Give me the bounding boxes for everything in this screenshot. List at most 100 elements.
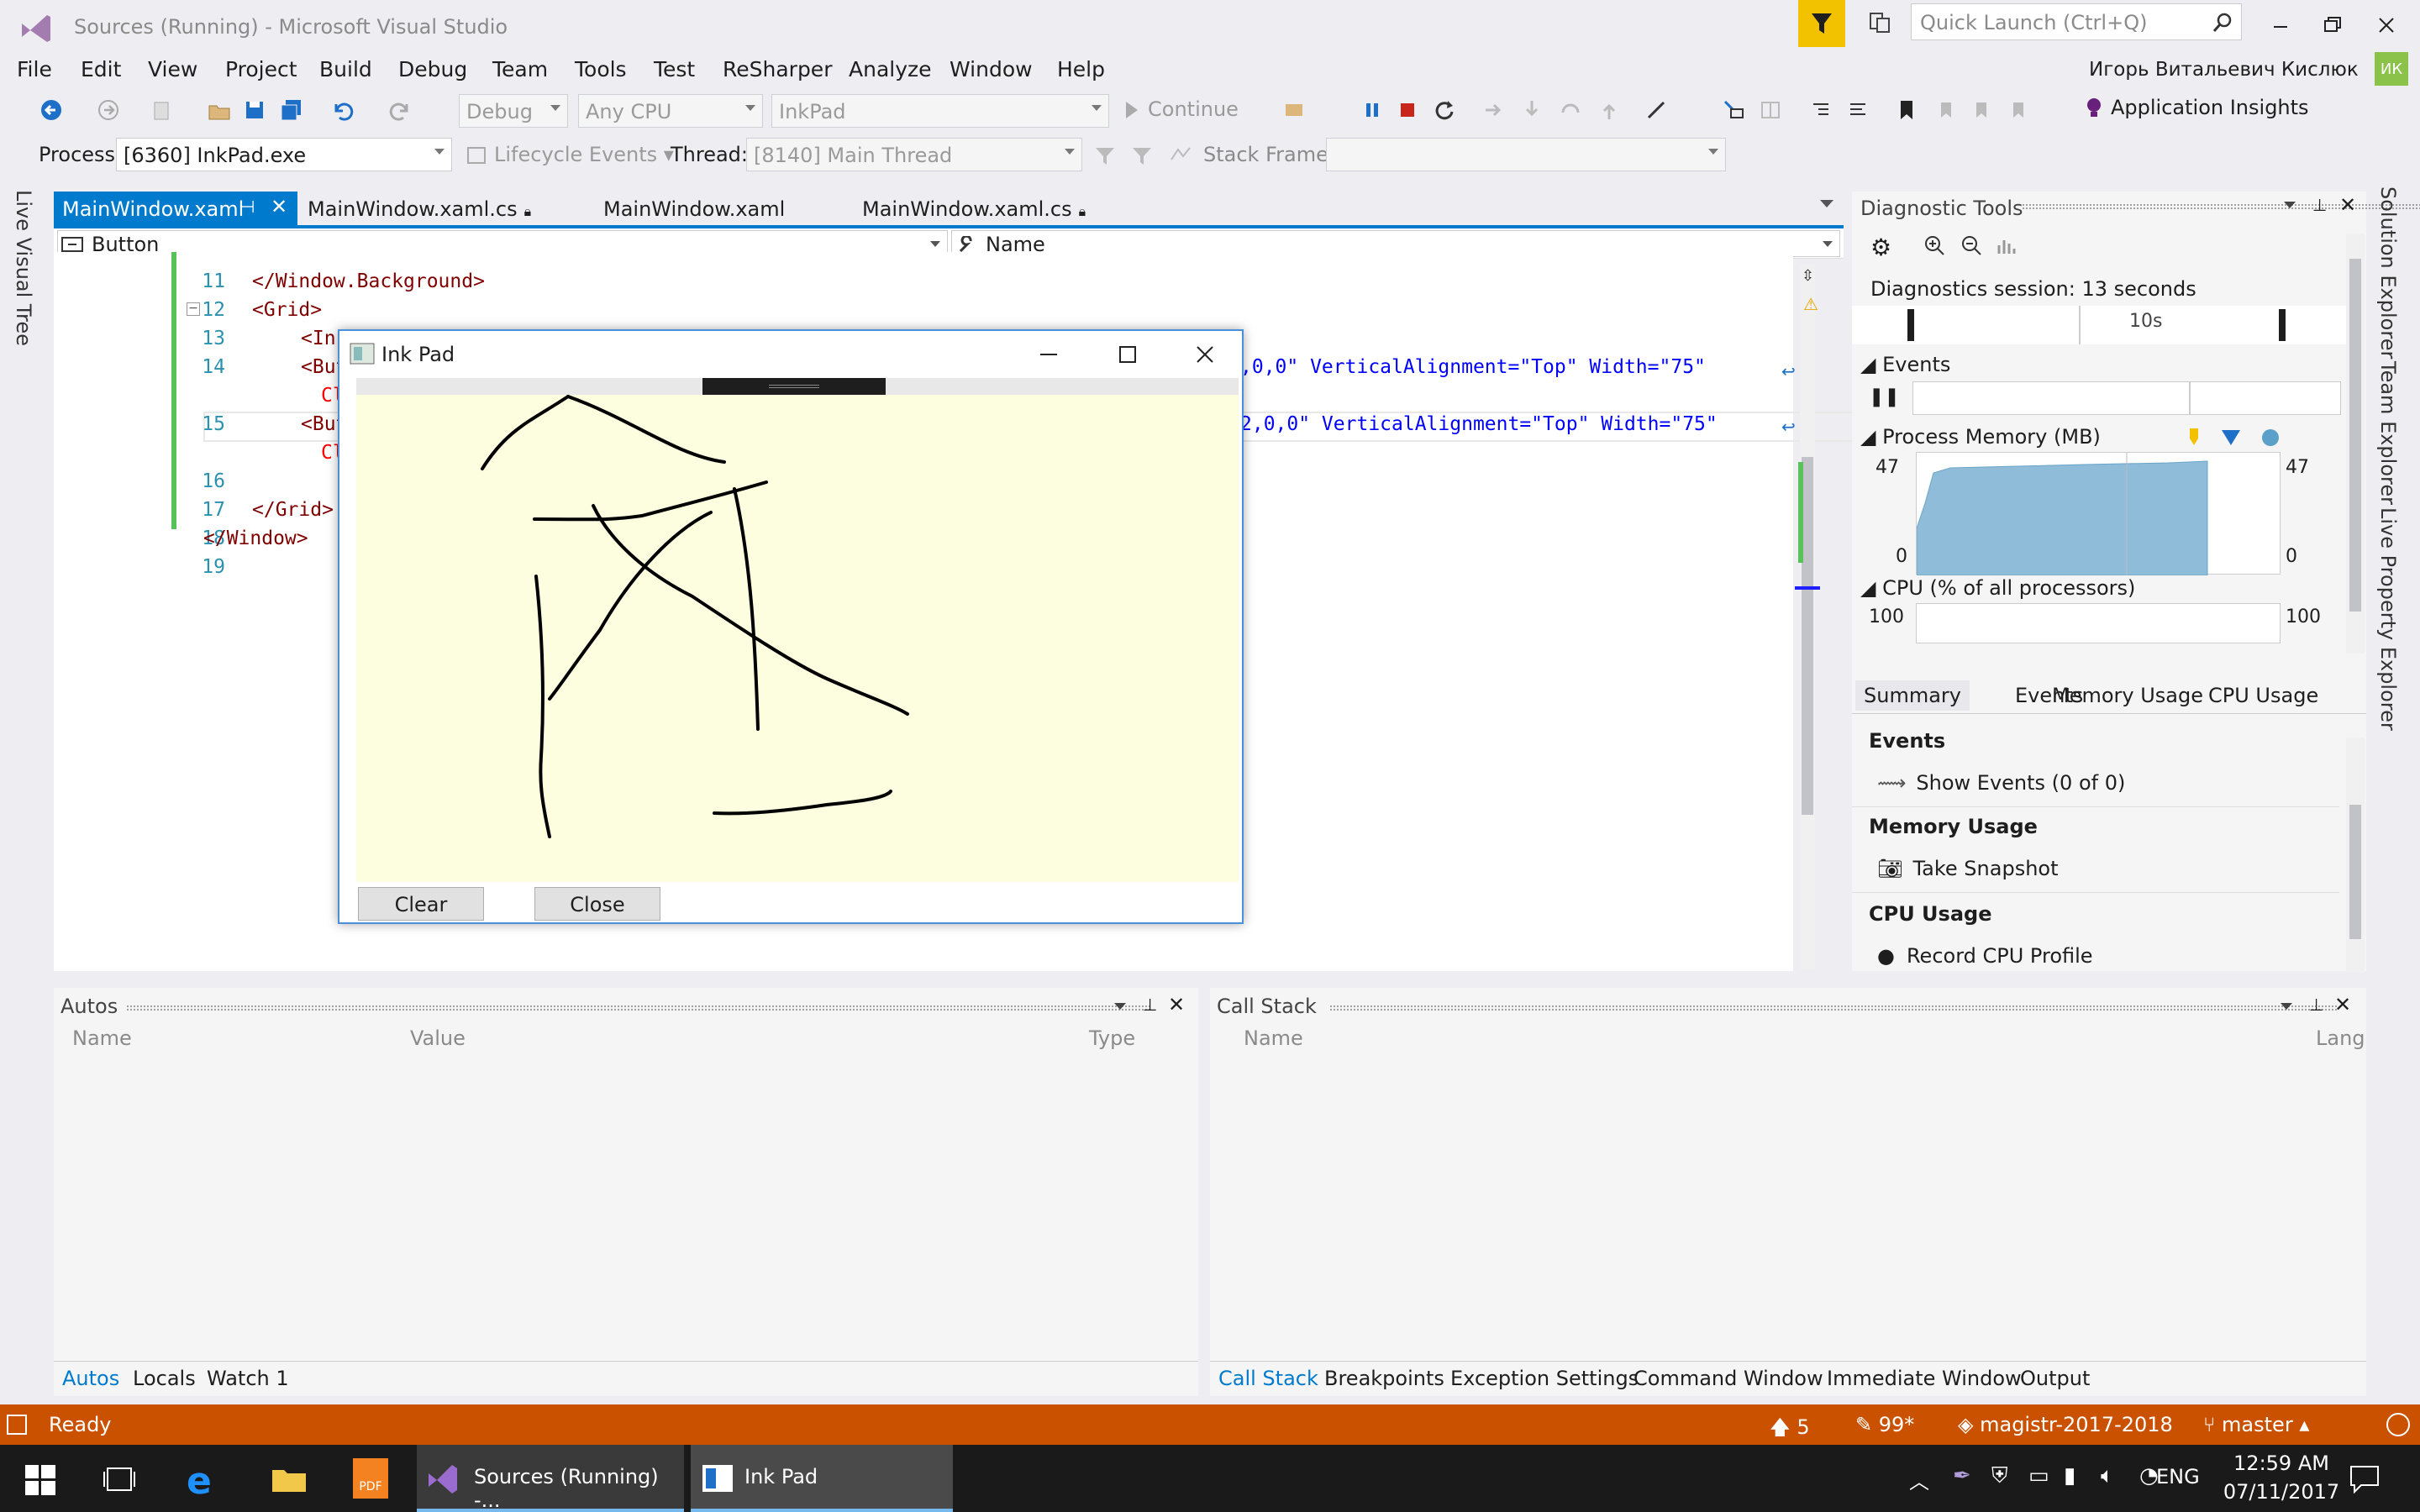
col-name[interactable]: Name xyxy=(72,1026,132,1050)
record-cpu-profile-button[interactable]: ● Record CPU Profile xyxy=(1877,944,2093,968)
tab-command-window[interactable]: Command Window xyxy=(1634,1367,1823,1390)
tab-immediate-window[interactable]: Immediate Window xyxy=(1827,1367,2022,1390)
process-select[interactable]: [6360] InkPad.exe xyxy=(116,138,452,171)
action-center-icon[interactable] xyxy=(2349,1465,2380,1494)
quick-launch-input[interactable]: Quick Launch (Ctrl+Q) xyxy=(1911,3,2242,40)
scrollbar-thumb[interactable] xyxy=(1802,457,1813,815)
menu-project[interactable]: Project xyxy=(225,57,297,81)
editor-scrollbar[interactable] xyxy=(1795,264,1820,969)
pin-icon[interactable]: ⊥ xyxy=(1143,995,1157,1015)
memory-section-header[interactable]: ◢ Process Memory (MB) xyxy=(1860,425,2101,449)
tab-output[interactable]: Output xyxy=(2020,1367,2090,1390)
close-button[interactable] xyxy=(2371,10,2402,40)
tab-mainwindow-xaml-2[interactable]: MainWindow.xaml xyxy=(595,192,847,225)
diag-scrollbar[interactable] xyxy=(2346,234,2365,654)
tab-mainwindow-xaml-cs[interactable]: MainWindow.xaml.cs 🔒︎ xyxy=(299,192,576,225)
ink-pad-titlebar[interactable]: Ink Pad xyxy=(339,331,1242,378)
clock-date[interactable]: 07/11/2017 xyxy=(2218,1480,2344,1504)
menu-build[interactable]: Build xyxy=(319,57,372,81)
memory-graph[interactable] xyxy=(1916,452,2281,576)
pin-icon[interactable]: ⊥ xyxy=(2309,995,2323,1015)
panel-menu-icon[interactable] xyxy=(2281,1003,2292,1010)
cpu-section-header[interactable]: ◢ CPU (% of all processors) xyxy=(1860,576,2135,600)
menu-view[interactable]: View xyxy=(148,57,197,81)
menu-window[interactable]: Window xyxy=(950,57,1033,81)
col-value[interactable]: Value xyxy=(410,1026,466,1050)
compare-icon[interactable] xyxy=(1756,96,1785,124)
pause-events-icon[interactable]: ❚❚ xyxy=(1869,386,1900,407)
tab-locals[interactable]: Locals xyxy=(133,1367,196,1390)
ink-canvas[interactable] xyxy=(356,395,1239,882)
menu-file[interactable]: File xyxy=(17,57,52,81)
edge-icon[interactable]: e xyxy=(187,1460,212,1503)
timeline-start-handle[interactable] xyxy=(1907,309,1914,341)
collapse-icon[interactable]: − xyxy=(187,302,200,316)
warning-icon[interactable]: ⚠ xyxy=(1803,294,1818,314)
stack-frame-select[interactable] xyxy=(1326,138,1726,171)
diag-scrollbar-thumb[interactable] xyxy=(2349,259,2361,612)
col-name[interactable]: Name xyxy=(1244,1026,1303,1050)
ink-minimize-button[interactable] xyxy=(1034,339,1064,370)
comment-icon[interactable] xyxy=(1844,96,1872,124)
battery-icon[interactable]: ▮ xyxy=(2064,1463,2075,1488)
repository[interactable]: ◈ magistr-2017-2018 xyxy=(1958,1413,2173,1436)
settings-icon[interactable]: ⚙ xyxy=(1870,234,1891,261)
tab-mainwindow-xaml[interactable]: MainWindow.xaml ⊣ ✕ xyxy=(54,192,297,225)
forward-icon[interactable] xyxy=(94,96,123,124)
summary-scrollbar[interactable] xyxy=(2346,738,2365,973)
team-explorer-tab[interactable]: Team Explorer xyxy=(2376,361,2400,505)
restore-button[interactable] xyxy=(2317,10,2348,40)
zoom-out-icon[interactable] xyxy=(1960,234,1983,260)
live-visual-tree-tab[interactable]: Live Visual Tree xyxy=(12,190,35,346)
step-into-icon[interactable] xyxy=(1518,96,1546,124)
user-name[interactable]: Игорь Витальевич Кислюк xyxy=(2089,59,2359,81)
avatar[interactable]: ИК xyxy=(2375,52,2408,86)
pause-icon[interactable] xyxy=(1358,96,1386,124)
tab-memory-usage[interactable]: Memory Usage xyxy=(2052,684,2203,707)
clear-button[interactable]: Clear xyxy=(358,887,484,921)
flag-icon[interactable] xyxy=(1091,141,1119,170)
pending-pushes[interactable]: 🡅 5 xyxy=(1770,1413,1810,1447)
undo-icon[interactable] xyxy=(328,96,356,124)
restart-icon[interactable] xyxy=(1430,96,1459,124)
autos-grid[interactable]: Name Value Type xyxy=(54,1025,1198,1361)
tab-overflow-icon[interactable] xyxy=(1820,200,1833,207)
close-panel-icon[interactable]: ✕ xyxy=(1168,993,1185,1016)
stop-icon[interactable] xyxy=(1393,96,1422,124)
back-icon[interactable] xyxy=(37,96,66,124)
menu-analyze[interactable]: Analyze xyxy=(849,57,932,81)
pin-icon[interactable]: ⊥ xyxy=(2312,195,2327,215)
timeline-ruler[interactable]: 10s xyxy=(1852,306,2346,344)
tab-mainwindow-xaml-cs-2[interactable]: MainWindow.xaml.cs 🔒︎ xyxy=(854,192,1131,225)
pdf-app-icon[interactable]: PDF xyxy=(353,1458,388,1499)
chart-view-icon[interactable] xyxy=(1995,234,2018,260)
ink-close-button[interactable] xyxy=(1190,339,1220,370)
windows-start-icon[interactable] xyxy=(25,1465,55,1495)
clock-time[interactable]: 12:59 AM xyxy=(2227,1452,2336,1475)
tab-exception-settings[interactable]: Exception Settings xyxy=(1450,1367,1639,1390)
panel-menu-icon[interactable] xyxy=(1114,1003,1126,1010)
pen-icon[interactable]: ✒ xyxy=(1953,1463,1971,1488)
split-icon[interactable]: ⇳ xyxy=(1802,267,1814,285)
save-all-icon[interactable] xyxy=(277,96,306,124)
task-view-icon[interactable] xyxy=(103,1465,136,1494)
col-type[interactable]: Type xyxy=(1089,1026,1135,1050)
tab-autos[interactable]: Autos xyxy=(62,1367,119,1390)
menu-debug[interactable]: Debug xyxy=(398,57,467,81)
save-icon[interactable] xyxy=(240,96,269,124)
flag-all-icon[interactable] xyxy=(1128,141,1156,170)
close-app-button[interactable]: Close xyxy=(534,887,660,921)
events-section-header[interactable]: ◢ Events xyxy=(1860,353,1950,376)
thread-select[interactable]: [8140] Main Thread xyxy=(746,138,1082,171)
menu-tools[interactable]: Tools xyxy=(575,57,627,81)
continue-button[interactable]: Continue xyxy=(1126,97,1239,128)
attach-icon[interactable] xyxy=(1281,96,1309,124)
branch[interactable]: ⑂ master ▴ xyxy=(2203,1413,2309,1436)
close-panel-icon[interactable]: ✕ xyxy=(2334,993,2351,1016)
zoom-in-icon[interactable] xyxy=(1923,234,1946,260)
stack-frame-icon[interactable] xyxy=(1166,141,1195,170)
tab-watch[interactable]: Watch 1 xyxy=(207,1367,289,1390)
new-project-icon[interactable] xyxy=(148,96,176,124)
minimize-button[interactable] xyxy=(2265,10,2296,40)
close-panel-icon[interactable]: ✕ xyxy=(2339,193,2356,217)
